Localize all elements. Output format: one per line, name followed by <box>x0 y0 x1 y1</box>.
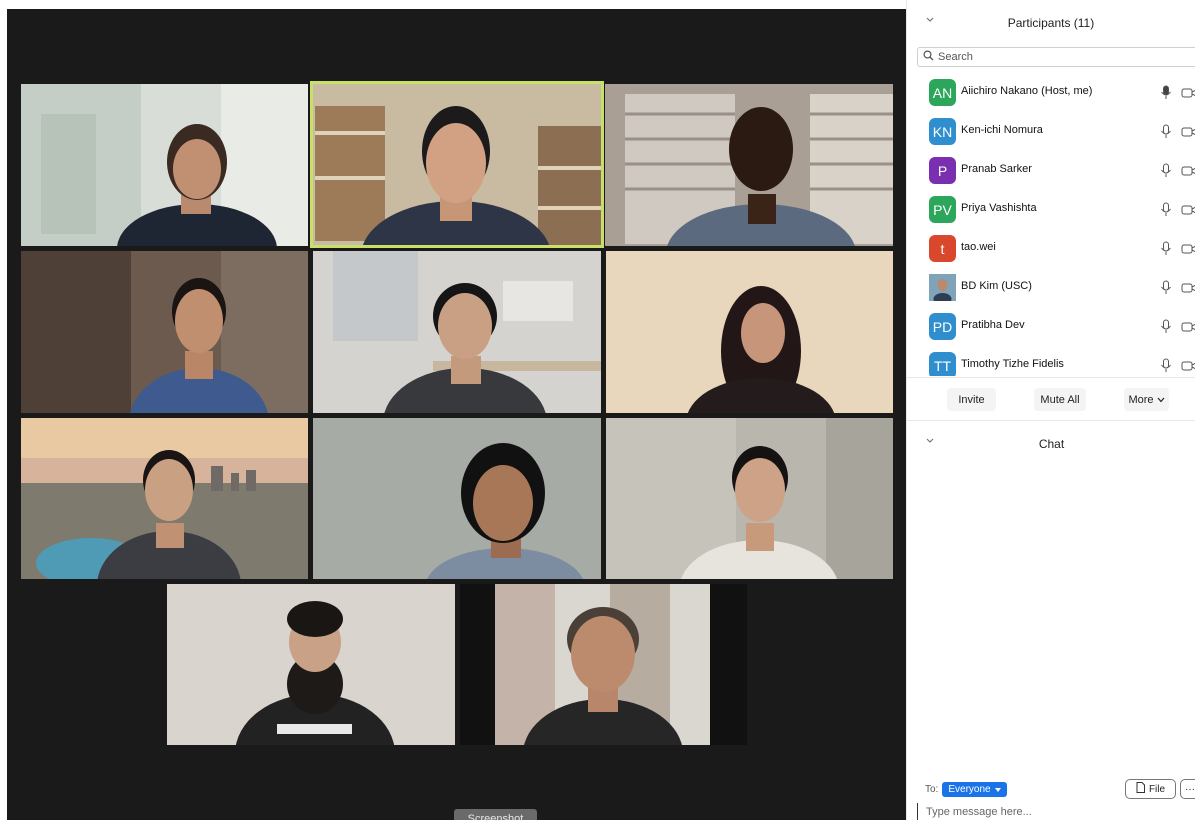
more-button[interactable]: More <box>1124 388 1169 411</box>
participant-row[interactable]: KN Ken-ichi Nomura <box>907 112 1195 151</box>
video-tile-woman-long-hair[interactable] <box>606 251 893 413</box>
participants-header: Participants (11) <box>907 0 1195 46</box>
microphone-muted-icon[interactable] <box>1160 280 1172 296</box>
participant-list: AN Aiichiro Nakano (Host, me) KN Ken-ichi N… <box>907 73 1195 376</box>
participants-title: Participants (11) <box>1007 16 1095 30</box>
microphone-muted-icon[interactable] <box>1160 202 1172 218</box>
chat-header: Chat <box>907 421 1195 467</box>
chevron-down-icon <box>1157 394 1165 406</box>
microphone-muted-icon[interactable] <box>1160 124 1172 140</box>
participant-name: BD Kim (USC) <box>961 280 1032 292</box>
video-tile-man-blue-shirt[interactable] <box>21 251 308 413</box>
video-camera-icon[interactable] <box>1181 281 1195 295</box>
microphone-muted-icon[interactable] <box>1160 241 1172 257</box>
more-label: More <box>1128 393 1154 406</box>
collapse-chevron-icon[interactable] <box>925 15 935 25</box>
participant-avatar: PV <box>929 196 956 223</box>
file-button[interactable]: File <box>1125 779 1176 799</box>
participant-avatar: P <box>929 157 956 184</box>
participant-name: Timothy Tizhe Fidelis <box>961 358 1064 370</box>
microphone-muted-icon[interactable] <box>1160 163 1172 179</box>
participant-search[interactable] <box>917 47 1195 67</box>
chat-recipient: To: Everyone <box>925 782 1007 797</box>
participant-avatar: TT <box>929 352 956 376</box>
participant-row[interactable]: P Pranab Sarker <box>907 151 1195 190</box>
microphone-muted-icon[interactable] <box>1160 319 1172 335</box>
participant-row[interactable]: TT Timothy Tizhe Fidelis <box>907 346 1195 376</box>
video-camera-icon[interactable] <box>1181 242 1195 256</box>
screenshot-overlay-label[interactable]: Screenshot <box>454 809 537 820</box>
participant-name: Pranab Sarker <box>961 163 1032 175</box>
participant-row[interactable]: PD Pratibha Dev <box>907 307 1195 346</box>
caret-down-icon <box>994 784 1001 795</box>
search-input[interactable] <box>938 51 1178 63</box>
participant-name: Priya Vashishta <box>961 202 1037 214</box>
video-camera-icon[interactable] <box>1181 320 1195 334</box>
recipient-value: Everyone <box>948 784 991 795</box>
video-tile-active-speaker[interactable] <box>310 81 604 248</box>
zoom-meeting-window: Screenshot Participants (11) AN Aiichiro … <box>0 0 1195 820</box>
chat-message-input[interactable] <box>917 803 1192 820</box>
participant-avatar: KN <box>929 118 956 145</box>
participant-name: Ken-ichi Nomura <box>961 124 1043 136</box>
participant-actions: Invite Mute All More <box>907 377 1195 421</box>
video-camera-icon[interactable] <box>1181 164 1195 178</box>
participant-name: tao.wei <box>961 241 996 253</box>
participant-photo-avatar <box>929 274 956 301</box>
video-tile-bearded-man[interactable] <box>167 584 455 745</box>
participant-avatar: AN <box>929 79 956 106</box>
participant-row[interactable]: t tao.wei <box>907 229 1195 268</box>
video-camera-icon[interactable] <box>1181 203 1195 217</box>
video-tile-city-background[interactable] <box>21 418 308 579</box>
video-tile-man-glasses-white-shirt[interactable] <box>606 418 893 579</box>
search-icon <box>923 48 934 66</box>
video-gallery: Screenshot <box>0 0 906 820</box>
to-label: To: <box>925 784 939 795</box>
file-icon <box>1136 782 1145 796</box>
microphone-icon[interactable] <box>1160 85 1172 101</box>
video-camera-icon[interactable] <box>1181 125 1195 139</box>
microphone-muted-icon[interactable] <box>1160 358 1172 374</box>
participant-row[interactable]: AN Aiichiro Nakano (Host, me) <box>907 73 1195 112</box>
chat-more-button[interactable]: ··· <box>1180 779 1195 799</box>
video-camera-icon[interactable] <box>1181 359 1195 373</box>
participant-row[interactable]: BD Kim (USC) <box>907 268 1195 307</box>
participant-avatar: PD <box>929 313 956 340</box>
video-tile-elderly-man[interactable] <box>460 584 747 745</box>
video-tile-man-office[interactable] <box>313 251 601 413</box>
participant-avatar: t <box>929 235 956 262</box>
participant-name: Aiichiro Nakano (Host, me) <box>961 85 1093 97</box>
mute-all-button[interactable]: Mute All <box>1034 388 1086 411</box>
video-tile-man-headphones[interactable] <box>313 418 601 579</box>
invite-button[interactable]: Invite <box>947 388 996 411</box>
video-tile-woman-indoors[interactable] <box>21 84 308 246</box>
participant-name: Pratibha Dev <box>961 319 1025 331</box>
video-camera-icon[interactable] <box>1181 86 1195 100</box>
participant-row[interactable]: PV Priya Vashishta <box>907 190 1195 229</box>
recipient-select[interactable]: Everyone <box>942 782 1007 797</box>
collapse-chevron-icon[interactable] <box>925 436 935 446</box>
side-panel: Participants (11) AN Aiichiro Nakano (Hos… <box>906 0 1195 820</box>
mute-all-label: Mute All <box>1040 393 1080 406</box>
video-tile-man-by-window[interactable] <box>605 84 893 246</box>
file-label: File <box>1148 783 1166 795</box>
chat-title: Chat <box>1038 437 1065 451</box>
